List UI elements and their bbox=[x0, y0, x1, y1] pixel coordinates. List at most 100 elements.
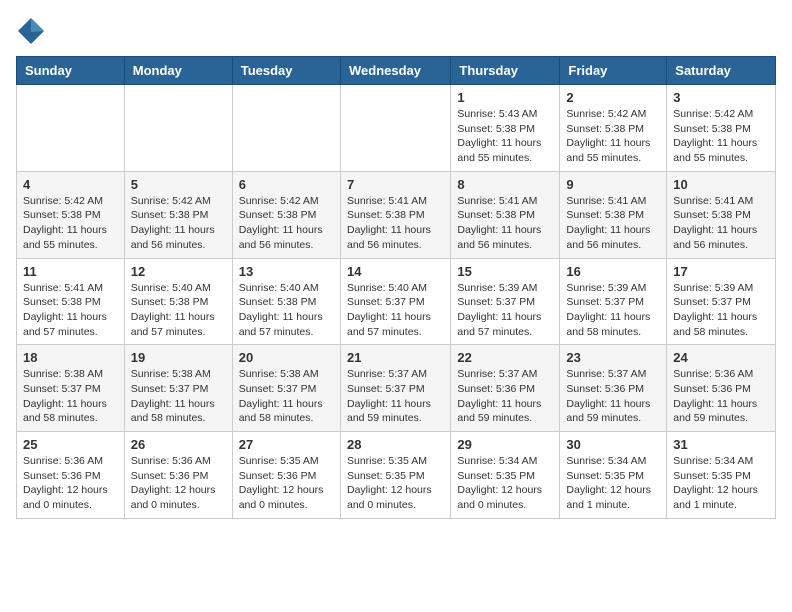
day-detail: Sunrise: 5:34 AM Sunset: 5:35 PM Dayligh… bbox=[673, 454, 769, 513]
day-number: 5 bbox=[131, 177, 226, 192]
day-detail: Sunrise: 5:34 AM Sunset: 5:35 PM Dayligh… bbox=[457, 454, 553, 513]
calendar-cell: 5Sunrise: 5:42 AM Sunset: 5:38 PM Daylig… bbox=[124, 171, 232, 258]
calendar-cell: 21Sunrise: 5:37 AM Sunset: 5:37 PM Dayli… bbox=[340, 345, 450, 432]
calendar-cell: 19 Sunrise: 5:38 AM Sunset: 5:37 PM Dayli… bbox=[124, 345, 232, 432]
calendar-cell: 2 Sunrise: 5:42 AM Sunset: 5:38 PM Daylig… bbox=[560, 85, 667, 172]
day-number: 25 bbox=[23, 437, 118, 452]
day-detail: Sunrise: 5:41 AM Sunset: 5:38 PM Dayligh… bbox=[566, 194, 660, 253]
calendar-cell bbox=[232, 85, 340, 172]
calendar-cell: 27Sunrise: 5:35 AM Sunset: 5:36 PM Dayli… bbox=[232, 432, 340, 519]
calendar-cell: 3 Sunrise: 5:42 AM Sunset: 5:38 PM Daylig… bbox=[667, 85, 776, 172]
calendar-cell: 25Sunrise: 5:36 AM Sunset: 5:36 PM Dayli… bbox=[17, 432, 125, 519]
day-number: 12 bbox=[131, 264, 226, 279]
day-number: 1 bbox=[457, 90, 553, 105]
weekday-header-monday: Monday bbox=[124, 57, 232, 85]
calendar-table: SundayMondayTuesdayWednesdayThursdayFrid… bbox=[16, 56, 776, 519]
calendar-cell: 15 Sunrise: 5:39 AM Sunset: 5:37 PM Dayli… bbox=[451, 258, 560, 345]
day-number: 15 bbox=[457, 264, 553, 279]
calendar-week-5: 25 Sunrise: 5:36 AM Sunset: 5:36 PM Dayli… bbox=[17, 432, 776, 519]
day-number: 11 bbox=[23, 264, 118, 279]
page-header bbox=[16, 16, 776, 46]
day-number: 20 bbox=[239, 350, 334, 365]
calendar-cell: 17 Sunrise: 5:39 AM Sunset: 5:37 PM Dayli… bbox=[667, 258, 776, 345]
calendar-cell: 16 Sunrise: 5:39 AM Sunset: 5:37 PM Dayli… bbox=[560, 258, 667, 345]
calendar-week-3: 11 Sunrise: 5:41 AM Sunset: 5:38 PM Dayli… bbox=[17, 258, 776, 345]
calendar-cell bbox=[340, 85, 450, 172]
calendar-cell: 31 Sunrise: 5:34 AM Sunset: 5:35 PM Dayli… bbox=[667, 432, 776, 519]
logo-icon bbox=[16, 16, 46, 46]
day-number: 17 bbox=[673, 264, 769, 279]
day-detail: Sunrise: 5:42 AM Sunset: 5:38 PM Dayligh… bbox=[239, 194, 334, 253]
calendar-cell: 9 Sunrise: 5:41 AM Sunset: 5:38 PM Daylig… bbox=[560, 171, 667, 258]
day-detail: Sunrise: 5:41 AM Sunset: 5:38 PM Dayligh… bbox=[457, 194, 553, 253]
weekday-header-saturday: Saturday bbox=[667, 57, 776, 85]
calendar-cell: 1 Sunrise: 5:43 AM Sunset: 5:38 PM Daylig… bbox=[451, 85, 560, 172]
calendar-cell: 6Sunrise: 5:42 AM Sunset: 5:38 PM Daylig… bbox=[232, 171, 340, 258]
day-detail: Sunrise: 5:41 AM Sunset: 5:38 PM Dayligh… bbox=[23, 281, 118, 340]
day-detail: Sunrise: 5:39 AM Sunset: 5:37 PM Dayligh… bbox=[457, 281, 553, 340]
day-detail: Sunrise: 5:35 AM Sunset: 5:35 PM Dayligh… bbox=[347, 454, 444, 513]
calendar-cell: 10 Sunrise: 5:41 AM Sunset: 5:38 PM Dayli… bbox=[667, 171, 776, 258]
weekday-header-tuesday: Tuesday bbox=[232, 57, 340, 85]
day-number: 9 bbox=[566, 177, 660, 192]
day-number: 16 bbox=[566, 264, 660, 279]
day-number: 18 bbox=[23, 350, 118, 365]
day-number: 28 bbox=[347, 437, 444, 452]
day-detail: Sunrise: 5:38 AM Sunset: 5:37 PM Dayligh… bbox=[131, 367, 226, 426]
day-detail: Sunrise: 5:39 AM Sunset: 5:37 PM Dayligh… bbox=[566, 281, 660, 340]
day-number: 7 bbox=[347, 177, 444, 192]
day-detail: Sunrise: 5:40 AM Sunset: 5:38 PM Dayligh… bbox=[239, 281, 334, 340]
calendar-week-2: 4Sunrise: 5:42 AM Sunset: 5:38 PM Daylig… bbox=[17, 171, 776, 258]
day-number: 31 bbox=[673, 437, 769, 452]
calendar-cell: 12 Sunrise: 5:40 AM Sunset: 5:38 PM Dayli… bbox=[124, 258, 232, 345]
day-number: 8 bbox=[457, 177, 553, 192]
day-detail: Sunrise: 5:37 AM Sunset: 5:36 PM Dayligh… bbox=[566, 367, 660, 426]
day-number: 22 bbox=[457, 350, 553, 365]
day-detail: Sunrise: 5:41 AM Sunset: 5:38 PM Dayligh… bbox=[673, 194, 769, 253]
calendar-week-4: 18 Sunrise: 5:38 AM Sunset: 5:37 PM Dayli… bbox=[17, 345, 776, 432]
day-number: 24 bbox=[673, 350, 769, 365]
calendar-cell: 13 Sunrise: 5:40 AM Sunset: 5:38 PM Dayli… bbox=[232, 258, 340, 345]
day-detail: Sunrise: 5:40 AM Sunset: 5:37 PM Dayligh… bbox=[347, 281, 444, 340]
day-number: 2 bbox=[566, 90, 660, 105]
day-number: 19 bbox=[131, 350, 226, 365]
day-number: 26 bbox=[131, 437, 226, 452]
calendar-cell bbox=[17, 85, 125, 172]
calendar-cell: 8 Sunrise: 5:41 AM Sunset: 5:38 PM Daylig… bbox=[451, 171, 560, 258]
day-number: 14 bbox=[347, 264, 444, 279]
calendar-cell: 29 Sunrise: 5:34 AM Sunset: 5:35 PM Dayli… bbox=[451, 432, 560, 519]
day-detail: Sunrise: 5:42 AM Sunset: 5:38 PM Dayligh… bbox=[673, 107, 769, 166]
day-detail: Sunrise: 5:39 AM Sunset: 5:37 PM Dayligh… bbox=[673, 281, 769, 340]
day-detail: Sunrise: 5:36 AM Sunset: 5:36 PM Dayligh… bbox=[131, 454, 226, 513]
day-detail: Sunrise: 5:37 AM Sunset: 5:37 PM Dayligh… bbox=[347, 367, 444, 426]
calendar-cell: 23Sunrise: 5:37 AM Sunset: 5:36 PM Dayli… bbox=[560, 345, 667, 432]
calendar-cell: 14 Sunrise: 5:40 AM Sunset: 5:37 PM Dayli… bbox=[340, 258, 450, 345]
calendar-cell: 4Sunrise: 5:42 AM Sunset: 5:38 PM Daylig… bbox=[17, 171, 125, 258]
day-detail: Sunrise: 5:34 AM Sunset: 5:35 PM Dayligh… bbox=[566, 454, 660, 513]
day-number: 27 bbox=[239, 437, 334, 452]
day-detail: Sunrise: 5:40 AM Sunset: 5:38 PM Dayligh… bbox=[131, 281, 226, 340]
calendar-cell bbox=[124, 85, 232, 172]
calendar-header-row: SundayMondayTuesdayWednesdayThursdayFrid… bbox=[17, 57, 776, 85]
calendar-cell: 11 Sunrise: 5:41 AM Sunset: 5:38 PM Dayli… bbox=[17, 258, 125, 345]
day-detail: Sunrise: 5:43 AM Sunset: 5:38 PM Dayligh… bbox=[457, 107, 553, 166]
weekday-header-wednesday: Wednesday bbox=[340, 57, 450, 85]
calendar-cell: 26 Sunrise: 5:36 AM Sunset: 5:36 PM Dayli… bbox=[124, 432, 232, 519]
day-detail: Sunrise: 5:38 AM Sunset: 5:37 PM Dayligh… bbox=[239, 367, 334, 426]
calendar-week-1: 1 Sunrise: 5:43 AM Sunset: 5:38 PM Daylig… bbox=[17, 85, 776, 172]
day-detail: Sunrise: 5:36 AM Sunset: 5:36 PM Dayligh… bbox=[673, 367, 769, 426]
day-number: 13 bbox=[239, 264, 334, 279]
weekday-header-sunday: Sunday bbox=[17, 57, 125, 85]
day-detail: Sunrise: 5:38 AM Sunset: 5:37 PM Dayligh… bbox=[23, 367, 118, 426]
calendar-cell: 7Sunrise: 5:41 AM Sunset: 5:38 PM Daylig… bbox=[340, 171, 450, 258]
day-number: 3 bbox=[673, 90, 769, 105]
day-detail: Sunrise: 5:42 AM Sunset: 5:38 PM Dayligh… bbox=[23, 194, 118, 253]
calendar-cell: 30Sunrise: 5:34 AM Sunset: 5:35 PM Dayli… bbox=[560, 432, 667, 519]
day-detail: Sunrise: 5:42 AM Sunset: 5:38 PM Dayligh… bbox=[566, 107, 660, 166]
day-detail: Sunrise: 5:37 AM Sunset: 5:36 PM Dayligh… bbox=[457, 367, 553, 426]
day-number: 10 bbox=[673, 177, 769, 192]
weekday-header-thursday: Thursday bbox=[451, 57, 560, 85]
calendar-cell: 20 Sunrise: 5:38 AM Sunset: 5:37 PM Dayli… bbox=[232, 345, 340, 432]
day-number: 29 bbox=[457, 437, 553, 452]
calendar-cell: 24 Sunrise: 5:36 AM Sunset: 5:36 PM Dayli… bbox=[667, 345, 776, 432]
